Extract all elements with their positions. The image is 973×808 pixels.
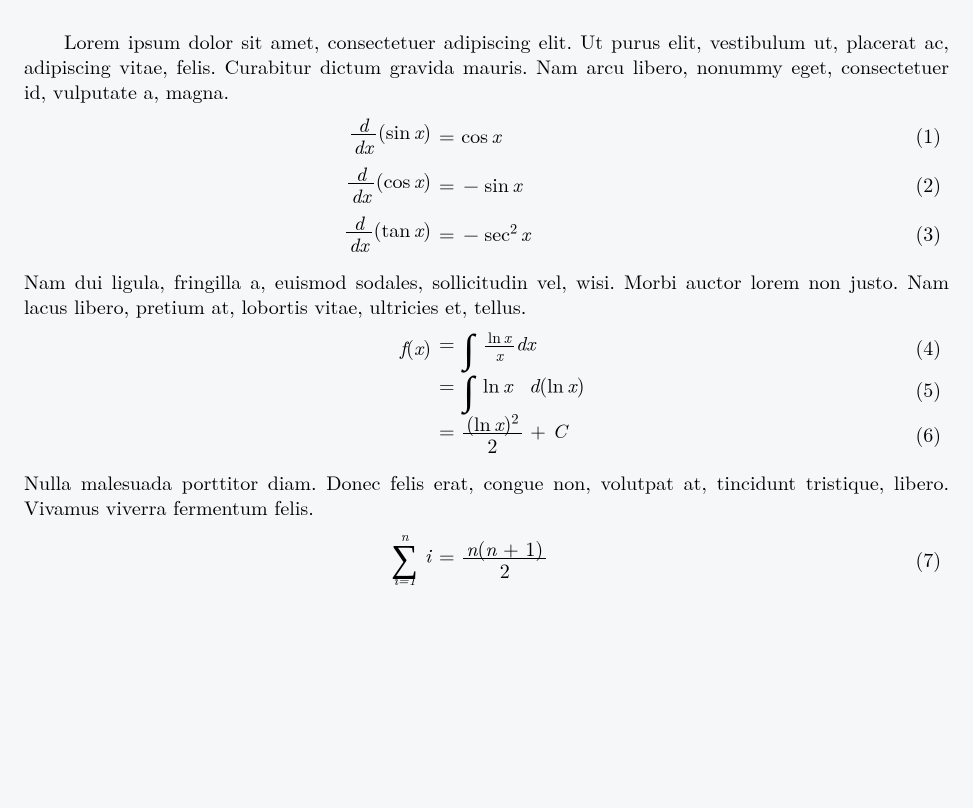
deriv-den: dx — [348, 184, 374, 205]
equals: = — [439, 169, 461, 198]
equation-7-rhs: = n(n + 1) 2 — [435, 537, 846, 580]
equals: = — [439, 369, 461, 398]
den-2: 2 — [463, 434, 521, 455]
equation-1-lhs: d dx (sinx) — [24, 113, 435, 156]
equation-tag: (4) — [846, 334, 949, 359]
equation-3-rhs: = −sec2x — [435, 220, 846, 245]
equation-tag: (7) — [846, 546, 949, 571]
equals: = — [439, 539, 461, 568]
equation-2-lhs: d dx (cosx) — [24, 162, 435, 205]
fn-cos: cos — [461, 120, 488, 149]
var-f: f — [400, 332, 406, 361]
equation-tag: (3) — [846, 220, 949, 245]
equation-4-lhs: f(x) — [24, 334, 435, 359]
equation-5-rhs: = ∫ lnx d(lnx) — [435, 370, 846, 406]
paragraph-3: Nulla malesuada porttitor diam. Donec fe… — [24, 469, 949, 519]
plus: + — [524, 415, 553, 444]
equation-3: d dx (tanx) = −sec2x (3) — [24, 211, 949, 254]
equation-group-1: d dx (sinx) = cosx (1) d dx (cosx) = −si… — [24, 113, 949, 254]
equation-group-3: n ∑ i=1 i = n(n + 1) 2 (7) — [24, 529, 949, 587]
fn-tan: tan — [381, 214, 410, 243]
exp-2: 2 — [510, 218, 517, 238]
equation-7-lhs: n ∑ i=1 i — [24, 529, 435, 587]
var-x: x — [504, 325, 511, 348]
equals: = — [439, 120, 461, 149]
paragraph-1: Lorem ipsum dolor sit amet, consectetuer… — [24, 28, 949, 103]
equation-tag: (6) — [846, 421, 949, 446]
equation-tag: (2) — [846, 171, 949, 196]
fn-sec: sec — [484, 218, 510, 247]
equals: = — [439, 327, 461, 356]
equation-group-2: f(x) = ∫ lnx x dx (4) = ∫ lnx d(lnx) (5)… — [24, 328, 949, 455]
equation-1-rhs: = cosx — [435, 122, 846, 147]
equals: = — [439, 218, 461, 247]
const-C: C — [552, 415, 566, 444]
var-x: x — [496, 343, 503, 366]
equation-4-rhs: = ∫ lnx x dx — [435, 328, 846, 364]
var-x: x — [503, 369, 512, 398]
dx: dx — [516, 327, 536, 356]
integral-icon: ∫ — [463, 370, 474, 406]
d: d — [529, 369, 539, 398]
equation-5: = ∫ lnx d(lnx) (5) — [24, 370, 949, 406]
equals: = — [439, 415, 461, 444]
fn-sin: sin — [484, 169, 509, 198]
equation-3-lhs: d dx (tanx) — [24, 211, 435, 254]
equation-2-rhs: = −sinx — [435, 171, 846, 196]
deriv-den: dx — [346, 233, 372, 254]
var-x: x — [513, 169, 522, 198]
exp-2: 2 — [511, 408, 518, 428]
equation-7: n ∑ i=1 i = n(n + 1) 2 (7) — [24, 529, 949, 587]
var-x: x — [414, 214, 423, 243]
equation-1: d dx (sinx) = cosx (1) — [24, 113, 949, 156]
one: 1 — [525, 533, 535, 562]
var-x: x — [414, 165, 423, 194]
equation-tag: (1) — [846, 122, 949, 147]
fn-sin: sin — [386, 116, 411, 145]
sum-lower: i=1 — [391, 573, 418, 587]
fn-cos: cos — [384, 165, 411, 194]
var-n: n — [466, 533, 477, 562]
var-x: x — [521, 218, 530, 247]
equation-tag: (5) — [846, 376, 949, 401]
fn-ln: ln — [483, 369, 500, 398]
deriv-den: dx — [351, 135, 377, 156]
fn-ln: ln — [547, 369, 564, 398]
var-x: x — [414, 332, 423, 361]
var-x: x — [567, 369, 576, 398]
equation-6: = (lnx)2 2 + C (6) — [24, 412, 949, 455]
equation-2: d dx (cosx) = −sinx (2) — [24, 162, 949, 205]
summation-icon: n ∑ i=1 — [391, 529, 418, 587]
paragraph-2: Nam dui ligula, fringilla a, euismod sod… — [24, 268, 949, 318]
var-i: i — [425, 539, 431, 568]
den-2: 2 — [463, 559, 546, 580]
var-x: x — [414, 116, 423, 145]
equation-6-rhs: = (lnx)2 2 + C — [435, 412, 846, 455]
var-x: x — [492, 120, 501, 149]
var-n: n — [485, 533, 496, 562]
equation-4: f(x) = ∫ lnx x dx (4) — [24, 328, 949, 364]
